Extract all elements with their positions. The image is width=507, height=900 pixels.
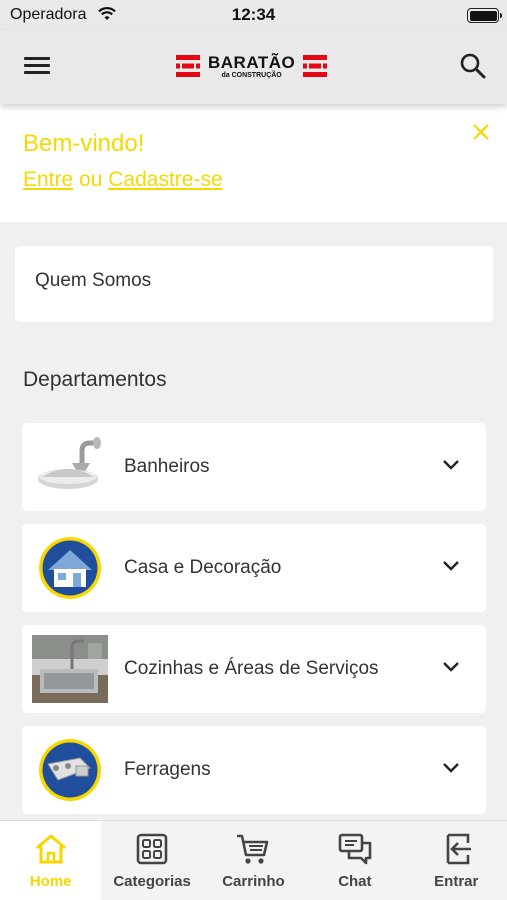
- chat-icon: [338, 833, 372, 865]
- department-label: Cozinhas e Áreas de Serviços: [124, 658, 379, 679]
- signup-link[interactable]: Cadastre-se: [108, 168, 222, 191]
- chevron-down-icon: [443, 561, 459, 571]
- status-bar: Operadora 12:34: [0, 0, 507, 30]
- logo-brick-right-icon: [303, 55, 328, 77]
- hinge-icon: [39, 739, 101, 801]
- login-link[interactable]: Entre: [23, 168, 73, 191]
- department-label: Banheiros: [124, 456, 210, 477]
- tab-label: Carrinho: [222, 873, 285, 890]
- home-icon: [35, 834, 66, 864]
- tab-label: Categorias: [113, 873, 191, 890]
- tab-home[interactable]: Home: [0, 821, 102, 900]
- brand-logo[interactable]: BARATÃO da CONSTRUÇÃO: [176, 52, 328, 80]
- tab-carrinho[interactable]: Carrinho: [203, 821, 304, 900]
- logo-subtitle: da CONSTRUÇÃO: [221, 71, 282, 79]
- menu-icon[interactable]: [24, 54, 54, 78]
- department-label: Casa e Decoração: [124, 557, 282, 578]
- chevron-down-icon: [443, 763, 459, 773]
- cart-icon: [237, 834, 269, 864]
- close-icon[interactable]: [471, 122, 491, 142]
- tab-bar: Home Categorias Carrinho Chat Entrar: [0, 820, 507, 900]
- logo-brick-left-icon: [176, 55, 200, 77]
- tab-entrar[interactable]: Entrar: [406, 821, 507, 900]
- department-item-ferragens[interactable]: Ferragens: [22, 726, 486, 814]
- house-icon: [39, 537, 101, 599]
- chevron-down-icon: [443, 662, 459, 672]
- kitchen-sink-icon: [32, 635, 108, 703]
- grid-icon: [136, 833, 168, 865]
- department-item-cozinhas[interactable]: Cozinhas e Áreas de Serviços: [22, 625, 486, 713]
- search-icon[interactable]: [459, 52, 487, 80]
- department-item-casa-e-decoracao[interactable]: Casa e Decoração: [22, 524, 486, 612]
- chevron-down-icon: [443, 460, 459, 470]
- logo-name: BARATÃO: [208, 52, 296, 72]
- login-icon: [446, 833, 472, 865]
- tab-categorias[interactable]: Categorias: [101, 821, 202, 900]
- auth-prompt: Entre ou Cadastre-se: [23, 168, 223, 192]
- auth-connector: ou: [79, 168, 103, 191]
- about-us-item[interactable]: Quem Somos: [15, 246, 493, 322]
- clock: 12:34: [231, 5, 276, 24]
- welcome-panel: Bem-vindo! Entre ou Cadastre-se: [0, 104, 507, 222]
- department-item-banheiros[interactable]: Banheiros: [22, 423, 486, 511]
- tab-label: Chat: [338, 873, 372, 890]
- battery-icon: [467, 8, 502, 23]
- welcome-title: Bem-vindo!: [23, 130, 145, 157]
- tab-label: Home: [29, 873, 72, 890]
- tab-chat[interactable]: Chat: [304, 821, 405, 900]
- departments-title: Departamentos: [23, 368, 167, 391]
- department-label: Ferragens: [124, 759, 211, 780]
- shower-head-icon: [38, 437, 101, 489]
- tab-label: Entrar: [434, 873, 479, 890]
- app-header: BARATÃO da CONSTRUÇÃO: [0, 30, 507, 104]
